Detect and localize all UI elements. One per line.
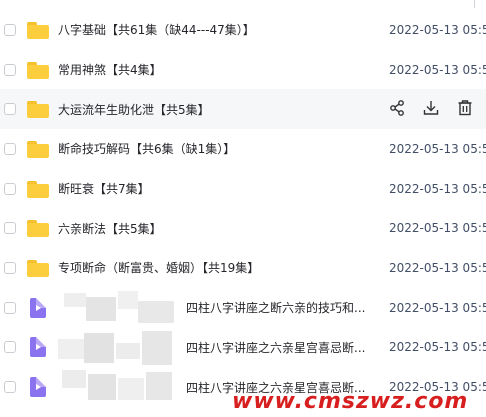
- download-icon[interactable]: [422, 99, 440, 117]
- list-item[interactable]: 四柱八字讲座之六亲星宫喜忌断... 2022-05-13 05:59: [0, 328, 486, 368]
- file-name[interactable]: 断命技巧解码【共6集（缺1集）】: [58, 140, 235, 157]
- row-checkbox[interactable]: [4, 261, 16, 274]
- modified-date: 2022-05-13 05:59: [389, 22, 486, 37]
- share-icon[interactable]: [388, 99, 406, 117]
- modified-date: 2022-05-13 05:59: [389, 260, 486, 275]
- list-item-hovered[interactable]: 大运流年生助化泄【共5集】: [0, 89, 486, 130]
- row-checkbox[interactable]: [4, 63, 16, 76]
- blurred-region: [58, 290, 176, 325]
- folder-icon: [27, 219, 49, 238]
- file-name[interactable]: 八字基础【共61集（缺44---47集）】: [58, 21, 255, 38]
- list-item[interactable]: 四柱八字讲座之断六亲的技巧和... 2022-05-13 05:59: [0, 288, 486, 328]
- file-name[interactable]: 断旺衰【共7集】: [58, 180, 150, 197]
- video-file-icon: [30, 337, 46, 358]
- file-list: 八字基础【共61集（缺44---47集）】 2022-05-13 05:59 常…: [0, 10, 486, 407]
- list-item[interactable]: 断旺衰【共7集】 2022-05-13 05:59: [0, 169, 486, 209]
- modified-date: 2022-05-13 05:59: [389, 62, 486, 77]
- file-name[interactable]: 四柱八字讲座之断六亲的技巧和...: [186, 299, 365, 316]
- modified-date: 2022-05-13 05:59: [389, 300, 486, 315]
- folder-icon: [27, 259, 49, 277]
- row-checkbox[interactable]: [4, 341, 16, 354]
- modified-date: 2022-05-13 05:59: [389, 340, 486, 355]
- file-name[interactable]: 大运流年生助化泄【共5集】: [58, 101, 210, 118]
- video-file-icon: [30, 377, 46, 398]
- row-checkbox[interactable]: [4, 381, 16, 394]
- folder-icon: [27, 21, 49, 39]
- row-checkbox[interactable]: [4, 182, 16, 195]
- modified-date: 2022-05-13 05:59: [389, 141, 486, 156]
- folder-icon: [27, 100, 49, 119]
- row-checkbox[interactable]: [4, 142, 16, 155]
- list-top-edge: [0, 0, 486, 10]
- file-name[interactable]: 专项断命（断富贵、婚姻）【共19集】: [58, 259, 259, 276]
- row-checkbox[interactable]: [4, 23, 16, 36]
- file-list-page: 八字基础【共61集（缺44---47集）】 2022-05-13 05:59 常…: [0, 0, 486, 417]
- blurred-region: [58, 330, 176, 365]
- modified-date: 2022-05-13 05:59: [389, 181, 486, 196]
- trash-icon[interactable]: [456, 99, 474, 117]
- list-item[interactable]: 常用神煞【共4集】 2022-05-13 05:59: [0, 50, 486, 90]
- watermark-text: www.cmszwz.com: [232, 389, 469, 414]
- list-item[interactable]: 断命技巧解码【共6集（缺1集）】 2022-05-13 05:59: [0, 129, 486, 169]
- list-item[interactable]: 专项断命（断富贵、婚姻）【共19集】 2022-05-13 05:59: [0, 248, 486, 288]
- list-item[interactable]: 八字基础【共61集（缺44---47集）】 2022-05-13 05:59: [0, 10, 486, 50]
- folder-icon: [27, 180, 49, 198]
- row-checkbox[interactable]: [4, 222, 16, 235]
- row-checkbox[interactable]: [4, 103, 16, 116]
- folder-icon: [27, 61, 49, 79]
- row-actions: [388, 99, 478, 119]
- row-checkbox[interactable]: [4, 301, 16, 314]
- blurred-region: [58, 370, 176, 404]
- file-name[interactable]: 六亲断法【共5集】: [58, 220, 162, 237]
- folder-icon: [27, 140, 49, 158]
- file-name[interactable]: 四柱八字讲座之六亲星宫喜忌断...: [186, 339, 365, 356]
- modified-date: 2022-05-13 05:59: [389, 221, 486, 236]
- file-name[interactable]: 常用神煞【共4集】: [58, 61, 162, 78]
- list-item[interactable]: 六亲断法【共5集】 2022-05-13 05:59: [0, 208, 486, 248]
- video-file-icon: [30, 297, 46, 318]
